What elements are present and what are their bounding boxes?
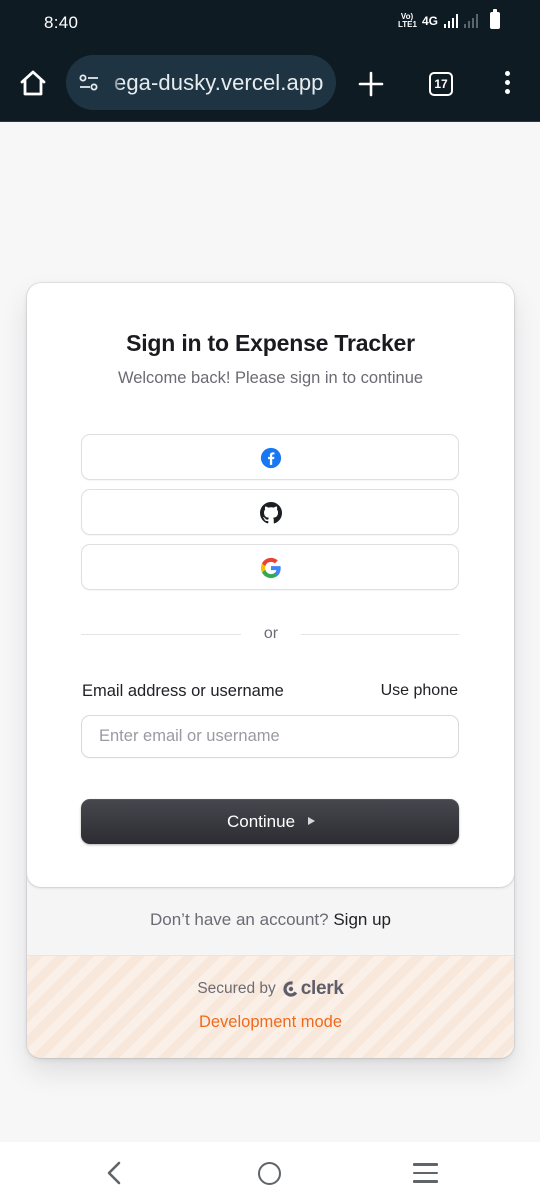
- continue-label: Continue: [226, 812, 296, 831]
- github-icon: [260, 502, 282, 524]
- secured-by-text: Secured by: [197, 980, 276, 997]
- more-menu-icon[interactable]: [500, 71, 514, 97]
- github-signin-button[interactable]: [81, 489, 459, 535]
- volte-indicator: Vo) LTE1: [397, 11, 417, 29]
- network-type: 4G: [421, 13, 438, 28]
- clerk-logo-icon: [283, 981, 299, 997]
- home-icon[interactable]: [18, 68, 48, 98]
- status-bar: 8:40 Vo) LTE1 4G: [0, 0, 540, 44]
- recent-apps-icon[interactable]: [413, 1163, 438, 1183]
- url-fade: [108, 55, 122, 110]
- divider-text: or: [263, 625, 279, 642]
- divider-line-left: [81, 634, 241, 635]
- url-text[interactable]: ega-dusky.vercel.app: [114, 70, 324, 96]
- status-icons: Vo) LTE1 4G: [397, 9, 500, 29]
- signin-card: Sign in to Expense Tracker Welcome back!…: [27, 283, 514, 1058]
- development-mode-label: Development mode: [198, 1013, 343, 1031]
- browser-toolbar: ega-dusky.vercel.app 17: [0, 44, 540, 122]
- back-icon[interactable]: [104, 1161, 124, 1185]
- site-settings-icon[interactable]: [78, 72, 100, 94]
- home-circle-icon[interactable]: [258, 1162, 281, 1185]
- clerk-logo-text: clerk: [300, 978, 344, 999]
- status-time: 8:40: [44, 13, 79, 32]
- facebook-icon: [260, 447, 282, 469]
- email-label: Email address or username: [82, 682, 284, 700]
- clerk-logo[interactable]: clerk: [283, 978, 344, 1000]
- development-banner: Secured by clerk Development mode: [27, 956, 514, 1058]
- signal-strength-icon: [444, 13, 458, 28]
- caret-right-icon: [308, 817, 315, 825]
- system-nav-bar: [0, 1142, 540, 1202]
- battery-icon: [490, 9, 500, 29]
- email-field[interactable]: [81, 715, 459, 758]
- use-phone-link[interactable]: Use phone: [381, 682, 458, 700]
- divider-line-right: [301, 634, 459, 635]
- new-tab-icon[interactable]: [358, 71, 384, 97]
- page-subtitle: Welcome back! Please sign in to continue: [117, 369, 424, 387]
- signin-card-main: Sign in to Expense Tracker Welcome back!…: [27, 283, 514, 887]
- address-bar[interactable]: ega-dusky.vercel.app: [66, 55, 336, 110]
- google-signin-button[interactable]: [81, 544, 459, 590]
- google-icon: [260, 557, 281, 579]
- continue-button[interactable]: Continue: [81, 799, 459, 844]
- facebook-signin-button[interactable]: [81, 434, 459, 480]
- tab-switcher-button[interactable]: 17: [429, 72, 453, 96]
- page-title: Sign in to Expense Tracker: [126, 330, 415, 356]
- no-account-text: Don’t have an account?: [149, 910, 329, 929]
- signal-strength-sim2-icon: [464, 13, 478, 28]
- signup-link[interactable]: Sign up: [333, 910, 391, 929]
- signup-prompt: Don’t have an account? Sign up: [27, 910, 514, 930]
- secured-by-row: Secured by clerk: [27, 978, 514, 1000]
